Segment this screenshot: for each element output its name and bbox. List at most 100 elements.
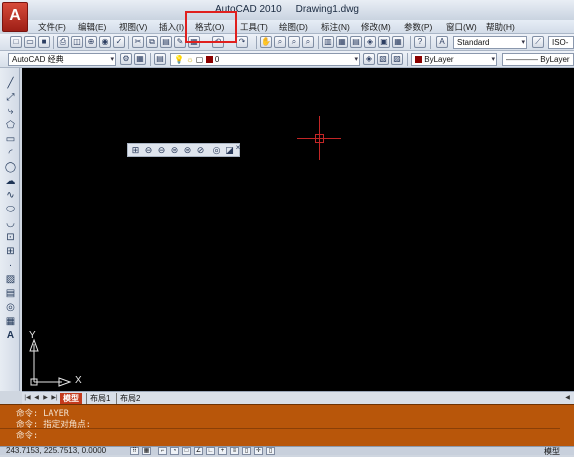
menu-draw[interactable]: 绘图(D) <box>279 21 308 33</box>
snap-mode-icon[interactable]: ⠿ <box>130 447 139 455</box>
menu-window[interactable]: 窗口(W) <box>446 21 477 33</box>
zoom-realtime-icon[interactable]: ⌕ <box>274 36 286 48</box>
cut-icon[interactable]: ✂ <box>132 36 144 48</box>
point-icon[interactable]: · <box>4 260 17 272</box>
3d-dwf-icon[interactable]: ◉ <box>99 36 111 48</box>
highlight-annotation <box>185 11 237 43</box>
drawing-area[interactable]: ⊞ ⊖ ⊖ ⊜ ⊜ ⊘ ◎ ◪ × Y X <box>22 68 574 391</box>
coordinate-readout[interactable]: 243.7153, 225.7513, 0.0000 <box>6 446 106 455</box>
grid-display-icon[interactable]: ▦ <box>142 447 151 455</box>
my-workspace-icon[interactable]: ▦ <box>134 53 146 65</box>
markup-set-icon[interactable]: ▣ <box>378 36 390 48</box>
paste-icon[interactable]: ▤ <box>160 36 172 48</box>
ellipse-arc-icon[interactable]: ◡ <box>4 218 17 230</box>
layer-color-swatch <box>205 56 213 64</box>
menu-modify[interactable]: 修改(M) <box>361 21 391 33</box>
copy-icon[interactable]: ⧉ <box>146 36 158 48</box>
last-tab-icon[interactable]: ▶| <box>51 394 58 402</box>
menu-parameter[interactable]: 参数(P) <box>404 21 432 33</box>
color-select[interactable]: ByLayer ▾ <box>411 53 497 66</box>
model-space-label[interactable]: 模型 <box>544 446 560 457</box>
make-current-layer-icon[interactable]: ◈ <box>363 53 375 65</box>
menu-dimension[interactable]: 标注(N) <box>321 21 350 33</box>
prev-tab-icon[interactable]: ◀ <box>33 394 40 402</box>
scroll-left-icon[interactable]: ◀ <box>564 394 571 402</box>
selection-cycling-icon[interactable]: ▯ <box>266 447 275 455</box>
make-block-icon[interactable]: ⊞ <box>4 246 17 258</box>
first-tab-icon[interactable]: |◀ <box>24 394 31 402</box>
layer-state-icon[interactable]: ▨ <box>391 53 403 65</box>
zoom-window-icon[interactable]: ⌕ <box>288 36 300 48</box>
linetype-select[interactable]: ———— ByLayer <box>502 53 574 66</box>
gradient-icon[interactable]: ▤ <box>4 288 17 300</box>
object-snap-tracking-icon[interactable]: ∠ <box>194 447 203 455</box>
quickcalc-icon[interactable]: ▦ <box>392 36 404 48</box>
text-style-select[interactable]: Standard ▾ <box>453 36 527 49</box>
menu-tools[interactable]: 工具(T) <box>240 21 268 33</box>
insert-block-icon[interactable]: ⊡ <box>4 232 17 244</box>
toolbar-separator <box>256 36 257 49</box>
sun-icon: ☼ <box>186 55 194 64</box>
linetype-sample: ———— <box>506 55 541 64</box>
help-icon[interactable]: ? <box>414 36 426 48</box>
design-center-icon[interactable]: ▦ <box>336 36 348 48</box>
region-icon[interactable]: ◎ <box>4 302 17 314</box>
dim-style-icon[interactable]: ⟋ <box>532 36 544 48</box>
multiline-text-icon[interactable]: A <box>4 330 17 342</box>
revision-cloud-icon[interactable]: ☁ <box>4 176 17 188</box>
text-style-value: Standard <box>457 38 490 47</box>
rectangle-icon[interactable]: ▭ <box>4 134 17 146</box>
tab-model[interactable]: 模型 <box>60 393 82 404</box>
sheet-set-icon[interactable]: ◈ <box>364 36 376 48</box>
layer-properties-icon[interactable]: ▤ <box>154 53 166 65</box>
next-tab-icon[interactable]: ▶ <box>42 394 49 402</box>
menu-help[interactable]: 帮助(H) <box>486 21 515 33</box>
open-file-icon[interactable]: ▭ <box>24 36 36 48</box>
arc-icon[interactable]: ◜ <box>4 148 17 160</box>
dynamic-input-icon[interactable]: + <box>218 447 227 455</box>
properties-icon[interactable]: ▥ <box>322 36 334 48</box>
layer-previous-icon[interactable]: ▧ <box>377 53 389 65</box>
command-input[interactable]: 命令: <box>0 428 560 441</box>
tab-layout2[interactable]: 布局2 <box>116 393 143 404</box>
pan-icon[interactable]: ✋ <box>260 36 272 48</box>
hatch-icon[interactable]: ▨ <box>4 274 17 286</box>
object-snap-icon[interactable]: □ <box>182 447 191 455</box>
ortho-mode-icon[interactable]: ⌐ <box>158 447 167 455</box>
crosshair-toggle-icon[interactable]: ✛ <box>254 447 263 455</box>
tab-layout1[interactable]: 布局1 <box>86 393 113 404</box>
new-file-icon[interactable]: □ <box>10 36 22 48</box>
zoom-previous-icon[interactable]: ⌕ <box>302 36 314 48</box>
quick-properties-icon[interactable]: ▯ <box>242 447 251 455</box>
lineweight-icon[interactable]: ≡ <box>230 447 239 455</box>
toolbar-separator <box>407 53 408 66</box>
plot-preview-icon[interactable]: ◫ <box>71 36 83 48</box>
polyline-icon[interactable]: ⤷ <box>4 106 17 118</box>
dim-style-select[interactable]: ISO- <box>548 36 574 49</box>
autocad-logo-icon: A <box>9 7 21 24</box>
dynamic-ucs-icon[interactable]: ∟ <box>206 447 215 455</box>
ellipse-icon[interactable]: ⬭ <box>4 204 17 216</box>
save-icon[interactable]: ■ <box>38 36 50 48</box>
layer-select[interactable]: 💡 ☼ ▢ 0 ▾ <box>170 53 360 66</box>
construction-line-icon[interactable]: ⤢ <box>4 92 17 104</box>
redo-icon[interactable]: ↷ <box>236 36 248 48</box>
publish-icon[interactable]: ⊕ <box>85 36 97 48</box>
markup-icon[interactable]: ✓ <box>113 36 125 48</box>
spline-icon[interactable]: ∿ <box>4 190 17 202</box>
workspace-settings-icon[interactable]: ⚙ <box>120 53 132 65</box>
workspace-select[interactable]: AutoCAD 经典 ▾ <box>8 53 116 66</box>
table-icon[interactable]: ▦ <box>4 316 17 328</box>
menu-file[interactable]: 文件(F) <box>38 21 66 33</box>
plot-icon[interactable]: ⎙ <box>57 36 69 48</box>
application-menu-button[interactable]: A <box>2 2 28 32</box>
polygon-icon[interactable]: ⬠ <box>4 120 17 132</box>
line-icon[interactable]: ╱ <box>4 78 17 90</box>
menu-insert[interactable]: 插入(I) <box>159 21 184 33</box>
tool-palettes-icon[interactable]: ▤ <box>350 36 362 48</box>
polar-tracking-icon[interactable]: ◔ <box>170 447 179 455</box>
text-style-icon[interactable]: A <box>436 36 448 48</box>
circle-icon[interactable]: ◯ <box>4 162 17 174</box>
menu-view[interactable]: 视图(V) <box>119 21 147 33</box>
menu-edit[interactable]: 编辑(E) <box>78 21 106 33</box>
